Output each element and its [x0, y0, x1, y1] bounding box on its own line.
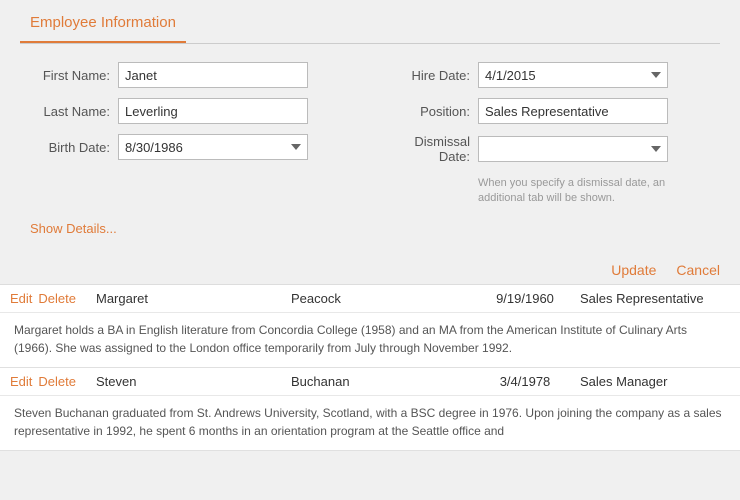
cancel-button[interactable]: Cancel [676, 262, 720, 278]
position-label: Position: [390, 104, 470, 119]
employee-description: Margaret holds a BA in English literatur… [0, 313, 740, 368]
dismissal-date-select[interactable] [478, 136, 668, 162]
employee-information-tab[interactable]: Employee Information [20, 0, 186, 43]
delete-button[interactable]: Delete [38, 291, 76, 306]
birth-date-select[interactable]: 8/30/1986 [118, 134, 308, 160]
employee-description: Steven Buchanan graduated from St. Andre… [0, 396, 740, 451]
employee-last-name: Peacock [285, 291, 480, 306]
edit-button[interactable]: Edit [10, 374, 32, 389]
table-row: Edit Delete Margaret Peacock 9/19/1960 S… [0, 285, 740, 313]
update-button[interactable]: Update [611, 262, 656, 278]
employee-birth-date: 3/4/1978 [480, 374, 570, 389]
hire-date-label: Hire Date: [390, 68, 470, 83]
delete-button[interactable]: Delete [38, 374, 76, 389]
employee-birth-date: 9/19/1960 [480, 291, 570, 306]
show-details-link[interactable]: Show Details... [30, 221, 710, 236]
employee-position: Sales Manager [570, 374, 730, 389]
position-input[interactable] [478, 98, 668, 124]
table-row: Edit Delete Steven Buchanan 3/4/1978 Sal… [0, 368, 740, 396]
first-name-label: First Name: [30, 68, 110, 83]
dismissal-date-label: Dismissal Date: [390, 134, 470, 164]
row-actions: Edit Delete [10, 374, 90, 389]
last-name-input[interactable] [118, 98, 308, 124]
employee-first-name: Margaret [90, 291, 285, 306]
last-name-label: Last Name: [30, 104, 110, 119]
employee-position: Sales Representative [570, 291, 730, 306]
edit-button[interactable]: Edit [10, 291, 32, 306]
employee-first-name: Steven [90, 374, 285, 389]
dismissal-hint: When you specify a dismissal date, an ad… [478, 176, 678, 207]
birth-date-label: Birth Date: [30, 140, 110, 155]
employee-last-name: Buchanan [285, 374, 480, 389]
hire-date-select[interactable]: 4/1/2015 [478, 62, 668, 88]
row-actions: Edit Delete [10, 291, 90, 306]
first-name-input[interactable] [118, 62, 308, 88]
